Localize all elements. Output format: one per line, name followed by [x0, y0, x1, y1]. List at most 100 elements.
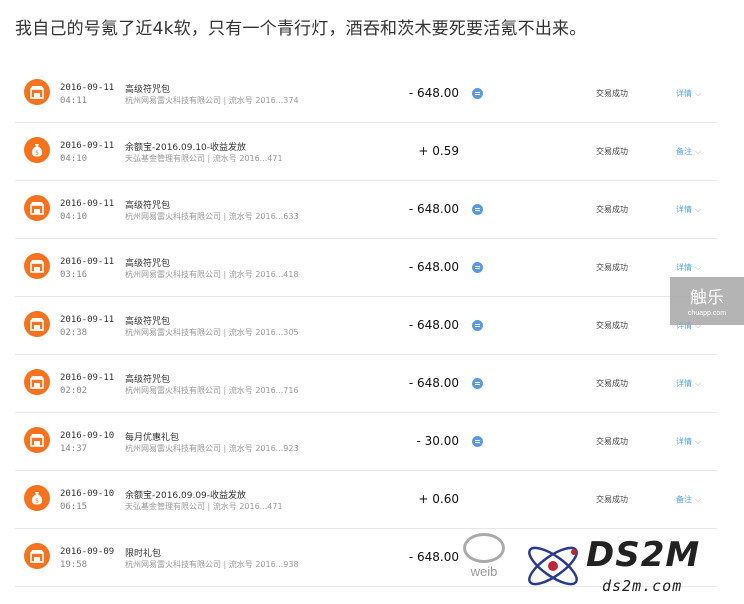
memo-icon[interactable] — [472, 378, 483, 389]
action-label: 详情 — [676, 89, 692, 98]
transaction-status: 交易成功 — [596, 379, 628, 388]
transaction-date: 2016-09-11 — [60, 141, 115, 151]
action-label: 详情 — [676, 437, 692, 446]
chuapp-watermark-title: 触乐 — [690, 288, 724, 308]
memo-icon[interactable] — [472, 436, 483, 447]
action-label: 详情 — [676, 379, 692, 388]
transaction-row: $2016-09-10 06:15 余额宝-2016.09.09-收益发放 天弘基金管… — [15, 471, 717, 529]
action-label: 详情 — [676, 205, 692, 214]
transaction-date: 2016-09-10 — [60, 431, 115, 441]
chuapp-watermark: 触乐 chuapp.com — [670, 277, 744, 325]
action-label: 备注 — [676, 147, 692, 156]
transaction-title[interactable]: 高级符咒包 — [125, 256, 170, 269]
chevron-down-icon: ⌵ — [695, 147, 702, 156]
transaction-action-link[interactable]: 详情 ⌵ — [676, 204, 701, 215]
shop-icon — [24, 253, 50, 279]
memo-icon[interactable] — [472, 204, 483, 215]
ds2m-watermark-name: DS2M — [586, 535, 701, 575]
transaction-time: 06:15 — [60, 502, 88, 512]
transaction-status: 交易成功 — [596, 495, 628, 504]
shop-icon — [24, 369, 50, 395]
transaction-date: 2016-09-10 — [60, 489, 115, 499]
pagination-partial — [310, 598, 420, 604]
weibo-logo-icon — [463, 533, 505, 563]
transaction-date: 2016-09-11 — [60, 257, 115, 267]
transaction-title[interactable]: 高级符咒包 — [125, 372, 170, 385]
chevron-down-icon: ⌵ — [695, 89, 702, 98]
transaction-amount: - 648.00 — [408, 376, 459, 390]
transaction-row: 2016-09-11 02:02 高级符咒包 杭州网易雷火科技有限公司 | 流水号 2… — [15, 355, 717, 413]
chevron-down-icon: ⌵ — [695, 495, 702, 504]
post-caption: 我自己的号氪了近4k软，只有一个青行灯，酒吞和茨木要死要活氪不出来。 — [15, 19, 587, 39]
transaction-row: 2016-09-11 02:38 高级符咒包 杭州网易雷火科技有限公司 | 流水号 2… — [15, 297, 717, 355]
transaction-time: 14:37 — [60, 444, 88, 454]
svg-text:$: $ — [35, 150, 39, 157]
transaction-merchant: 杭州网易雷火科技有限公司 | 流水号 2016...938 — [125, 560, 299, 569]
transaction-title[interactable]: 每月优惠礼包 — [125, 430, 179, 443]
transaction-merchant: 杭州网易雷火科技有限公司 | 流水号 2016...633 — [125, 212, 299, 221]
transaction-time: 03:16 — [60, 270, 88, 280]
transaction-action-link[interactable]: 详情 ⌵ — [676, 378, 701, 389]
transaction-row: 2016-09-11 03:16 高级符咒包 杭州网易雷火科技有限公司 | 流水号 2… — [15, 239, 717, 297]
transaction-title[interactable]: 限时礼包 — [125, 546, 161, 559]
transaction-action-link[interactable]: 备注 ⌵ — [676, 146, 701, 157]
transaction-time: 02:38 — [60, 328, 88, 338]
transaction-list: 2016-09-11 04:11 高级符咒包 杭州网易雷火科技有限公司 | 流水号 2… — [15, 65, 717, 587]
transaction-amount: - 648.00 — [408, 550, 459, 564]
action-label: 备注 — [676, 495, 692, 504]
atom-logo-icon — [528, 546, 578, 586]
transaction-time: 04:10 — [60, 212, 88, 222]
transaction-time: 04:11 — [60, 96, 88, 106]
transaction-status: 交易成功 — [596, 321, 628, 330]
svg-text:$: $ — [35, 498, 39, 505]
transaction-title[interactable]: 余额宝-2016.09.09-收益发放 — [125, 488, 246, 501]
transaction-amount: - 648.00 — [408, 260, 459, 274]
memo-icon[interactable] — [472, 320, 483, 331]
memo-icon[interactable] — [472, 262, 483, 273]
chevron-down-icon: ⌵ — [695, 379, 702, 388]
transaction-status: 交易成功 — [596, 89, 628, 98]
transaction-status: 交易成功 — [596, 437, 628, 446]
transaction-amount: + 0.60 — [418, 492, 459, 506]
transaction-date: 2016-09-09 — [60, 547, 115, 557]
transaction-action-link[interactable]: 详情 ⌵ — [676, 88, 701, 99]
transaction-time: 02:02 — [60, 386, 88, 396]
shop-icon — [24, 427, 50, 453]
transaction-date: 2016-09-11 — [60, 83, 115, 93]
transaction-status: 交易成功 — [596, 205, 628, 214]
transaction-merchant: 天弘基金管理有限公司 | 流水号 2016...471 — [125, 154, 283, 163]
transaction-row: 2016-09-11 04:10 高级符咒包 杭州网易雷火科技有限公司 | 流水号 2… — [15, 181, 717, 239]
chevron-down-icon: ⌵ — [695, 263, 702, 272]
transaction-date: 2016-09-11 — [60, 373, 115, 383]
money-bag-icon: $ — [24, 137, 50, 163]
transaction-action-link[interactable]: 详情 ⌵ — [676, 262, 701, 273]
weibo-watermark: weib — [463, 533, 505, 579]
transaction-title[interactable]: 余额宝-2016.09.10-收益发放 — [125, 140, 246, 153]
ds2m-watermark-url: ds2m.com — [602, 577, 683, 595]
transaction-title[interactable]: 高级符咒包 — [125, 82, 170, 95]
transaction-action-link[interactable]: 详情 ⌵ — [676, 436, 701, 447]
transaction-action-link[interactable]: 备注 ⌵ — [676, 494, 701, 505]
transaction-amount: - 648.00 — [408, 86, 459, 100]
shop-icon — [24, 195, 50, 221]
transaction-row: 2016-09-11 04:11 高级符咒包 杭州网易雷火科技有限公司 | 流水号 2… — [15, 65, 717, 123]
shop-icon — [24, 79, 50, 105]
chuapp-watermark-url: chuapp.com — [687, 310, 727, 317]
transaction-amount: - 648.00 — [408, 202, 459, 216]
transaction-row: $2016-09-11 04:10 余额宝-2016.09.10-收益发放 天弘基金管… — [15, 123, 717, 181]
transaction-time: 19:58 — [60, 560, 88, 570]
transaction-title[interactable]: 高级符咒包 — [125, 198, 170, 211]
transaction-merchant: 杭州网易雷火科技有限公司 | 流水号 2016...374 — [125, 96, 299, 105]
transaction-time: 04:10 — [60, 154, 88, 164]
transaction-row: 2016-09-10 14:37 每月优惠礼包 杭州网易雷火科技有限公司 | 流水号 … — [15, 413, 717, 471]
transaction-date: 2016-09-11 — [60, 315, 115, 325]
weibo-watermark-text: weib — [470, 564, 498, 579]
transaction-merchant: 杭州网易雷火科技有限公司 | 流水号 2016...716 — [125, 386, 299, 395]
transaction-amount: + 0.59 — [418, 144, 459, 158]
transaction-date: 2016-09-11 — [60, 199, 115, 209]
transaction-merchant: 杭州网易雷火科技有限公司 | 流水号 2016...923 — [125, 444, 299, 453]
transaction-merchant: 杭州网易雷火科技有限公司 | 流水号 2016...305 — [125, 328, 299, 337]
memo-icon[interactable] — [472, 88, 483, 99]
transaction-title[interactable]: 高级符咒包 — [125, 314, 170, 327]
transaction-merchant: 天弘基金管理有限公司 | 流水号 2016...471 — [125, 502, 283, 511]
